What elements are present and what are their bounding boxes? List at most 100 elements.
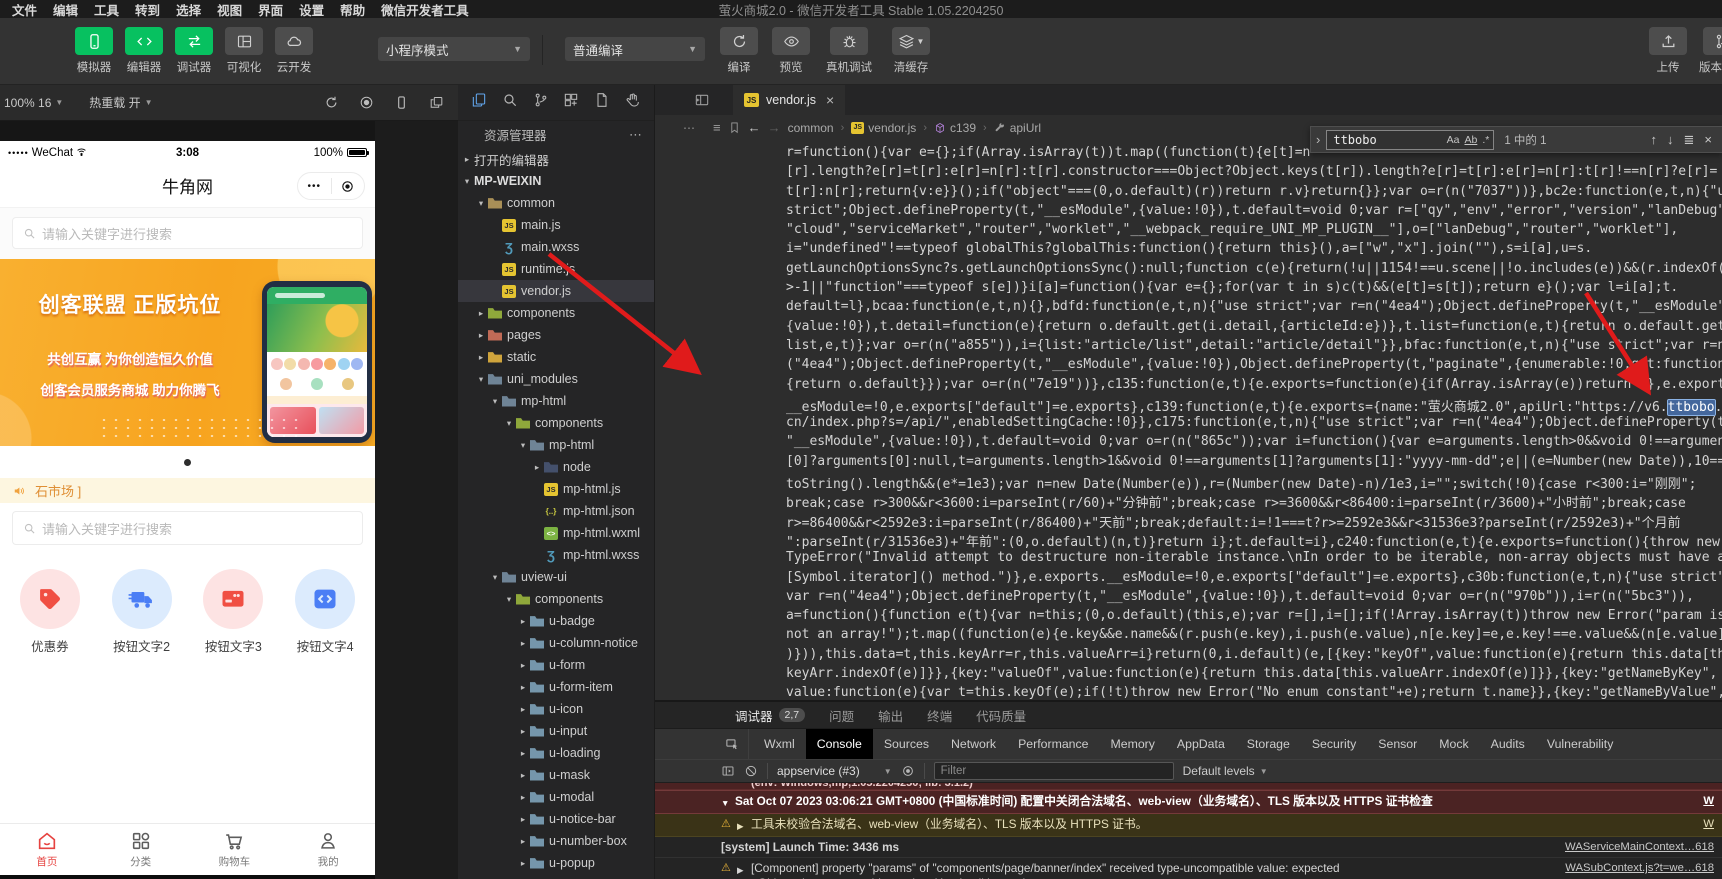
log-level-select[interactable]: Default levels ▼ (1183, 764, 1268, 778)
tree-item[interactable]: mp-html.json (458, 500, 654, 522)
breadcrumb-vendor-js[interactable]: JS vendor.js (851, 121, 916, 135)
console-row[interactable]: ▼ Sat Oct 07 2023 03:06:21 GMT+0800 (中国标… (655, 790, 1722, 814)
code-editor[interactable]: r=function(){var e={};if(Array.isArray(t… (655, 140, 1722, 700)
files-icon[interactable] (471, 92, 487, 113)
tree-item[interactable]: mp-html.js (458, 478, 654, 500)
find-prev-icon[interactable]: ↑ (1649, 132, 1660, 147)
tab-category[interactable]: 分类 (94, 824, 188, 875)
delivery-entry[interactable]: 按钮文字2 (100, 569, 184, 655)
tab-profile[interactable]: 我的 (281, 824, 375, 875)
tree-item[interactable]: ▾ components (458, 588, 654, 610)
tree-item[interactable]: ▾ common (458, 192, 654, 214)
devtools-tab[interactable]: Storage (1236, 729, 1301, 759)
inspect-element-icon[interactable] (717, 729, 749, 759)
tree-item[interactable]: ▸ u-input (458, 720, 654, 742)
tree-item[interactable]: mp-html.wxss (458, 544, 654, 566)
tree-item[interactable]: ▸ u-badge (458, 610, 654, 632)
console-row[interactable]: ⚠ ▶ 工具未校验合法域名、web-view（业务域名）、TLS 版本以及 HT… (655, 814, 1722, 837)
menu-item[interactable]: 转到 (127, 0, 168, 19)
tree-item[interactable]: ▾ components (458, 412, 654, 434)
tree-item[interactable]: main.wxss (458, 236, 654, 258)
expand-caret-icon[interactable]: ▶ (737, 817, 751, 834)
menu-item[interactable]: 视图 (209, 0, 250, 19)
simulator-button[interactable]: 模拟器 (72, 27, 116, 75)
breadcrumb-c139[interactable]: c139 (934, 121, 976, 135)
menu-item[interactable]: 设置 (291, 0, 332, 19)
tree-item[interactable]: ▾ uview-ui (458, 566, 654, 588)
tree-item[interactable]: ▸ pages (458, 324, 654, 346)
tab-home[interactable]: 首页 (0, 824, 94, 875)
menu-item[interactable]: 界面 (250, 0, 291, 19)
visualize-button[interactable]: 可视化 (222, 27, 266, 75)
tree-item[interactable]: ▸ u-mask (458, 764, 654, 786)
clear-console-icon[interactable] (744, 764, 758, 778)
devtools-tab[interactable]: Performance (1007, 729, 1099, 759)
device-frame-icon[interactable] (394, 95, 409, 110)
hand-icon[interactable] (625, 92, 641, 113)
find-input[interactable]: ttbobo Aa Ab .* (1326, 129, 1495, 150)
tree-item[interactable]: ▸ u-column-notice (458, 632, 654, 654)
forward-icon[interactable]: → (768, 120, 781, 135)
tree-item[interactable]: ▾ MP-WEIXIN (458, 170, 654, 192)
menu-item[interactable]: 帮助 (332, 0, 373, 19)
console-source-link[interactable]: W (1703, 794, 1722, 809)
tab-vendor-js[interactable]: JS vendor.js × (733, 85, 846, 115)
tree-item[interactable]: ▸ u-form (458, 654, 654, 676)
devtools-tab[interactable]: Vulnerability (1536, 729, 1625, 759)
find-expand-chevron-icon[interactable]: › (1316, 132, 1320, 147)
compile-button[interactable]: 编译 (717, 27, 761, 75)
sim-zoom-select[interactable]: 100% 16 ▼ (4, 96, 63, 110)
upload-button[interactable]: 上传 (1646, 27, 1690, 75)
find-next-icon[interactable]: ↓ (1665, 132, 1676, 147)
tree-item[interactable]: ▸ node (458, 456, 654, 478)
detach-window-icon[interactable] (429, 95, 444, 110)
tree-item[interactable]: ▸ u-icon (458, 698, 654, 720)
breadcrumb-apiurl[interactable]: apiUrl (994, 121, 1041, 135)
preview-button[interactable]: 预览 (769, 27, 813, 75)
restart-icon[interactable] (324, 95, 339, 110)
coupon-entry[interactable]: 优惠券 (8, 569, 92, 655)
debugger-panel-tab[interactable]: 问题 (829, 706, 854, 725)
search-icon[interactable] (502, 92, 518, 113)
bookmark-icon[interactable] (728, 121, 741, 134)
compile-mode-select[interactable]: 普通编译 ▼ (565, 37, 705, 61)
devtools-tab[interactable]: Security (1301, 729, 1367, 759)
expand-caret-icon[interactable]: ▼ (721, 794, 735, 811)
tree-item[interactable]: main.js (458, 214, 654, 236)
context-select[interactable]: appservice (#3) ▼ (777, 764, 892, 778)
tree-item[interactable]: ▸ u-popup (458, 852, 654, 874)
editor-more-icon[interactable]: ⋯ (683, 121, 696, 135)
hot-reload-toggle[interactable]: 热重载 开 ▼ (89, 94, 152, 111)
device-debug-button[interactable]: 真机调试 (821, 27, 877, 75)
tree-item[interactable]: ▸ static (458, 346, 654, 368)
version-control-button[interactable]: 版本管理 (1699, 27, 1722, 75)
tree-item[interactable]: runtime.js (458, 258, 654, 280)
devtools-tab[interactable]: Sources (873, 729, 940, 759)
source-control-icon[interactable] (533, 92, 549, 113)
devtools-tab[interactable]: Wxml (753, 729, 806, 759)
menu-item[interactable]: 编辑 (45, 0, 86, 19)
debugger-panel-tab[interactable]: 输出 (878, 706, 903, 725)
expand-caret-icon[interactable]: ▶ (737, 861, 751, 878)
devtools-tab[interactable]: Network (940, 729, 1007, 759)
file-icon[interactable] (594, 92, 610, 113)
regex-icon[interactable]: .* (1482, 134, 1489, 146)
match-case-icon[interactable]: Aa (1447, 134, 1460, 146)
console-row[interactable]: [system] Launch Time: 3436 ms WAServiceM… (655, 837, 1722, 858)
menu-item[interactable]: 工具 (86, 0, 127, 19)
code-entry[interactable]: 按钮文字4 (283, 569, 367, 655)
console-row[interactable]: ⚠ ▶ [Component] property "params" of "co… (655, 858, 1722, 879)
devtools-tab[interactable]: Sensor (1367, 729, 1428, 759)
tree-item[interactable]: ▸ u-notice-bar (458, 808, 654, 830)
more-menu-button[interactable]: ••• (298, 181, 331, 192)
tree-item[interactable]: ▸ u-form-item (458, 676, 654, 698)
extensions-icon[interactable] (563, 92, 579, 113)
close-icon[interactable]: × (826, 92, 834, 108)
clear-cache-button[interactable]: ▼ 清缓存 (885, 27, 937, 75)
find-in-selection-icon[interactable]: ≣ (1682, 132, 1697, 148)
devtools-tab[interactable]: Mock (1428, 729, 1479, 759)
debugger-button[interactable]: 调试器 (172, 27, 216, 75)
menu-item[interactable]: 选择 (168, 0, 209, 19)
devtools-tab[interactable]: Audits (1480, 729, 1536, 759)
record-icon[interactable] (359, 95, 374, 110)
